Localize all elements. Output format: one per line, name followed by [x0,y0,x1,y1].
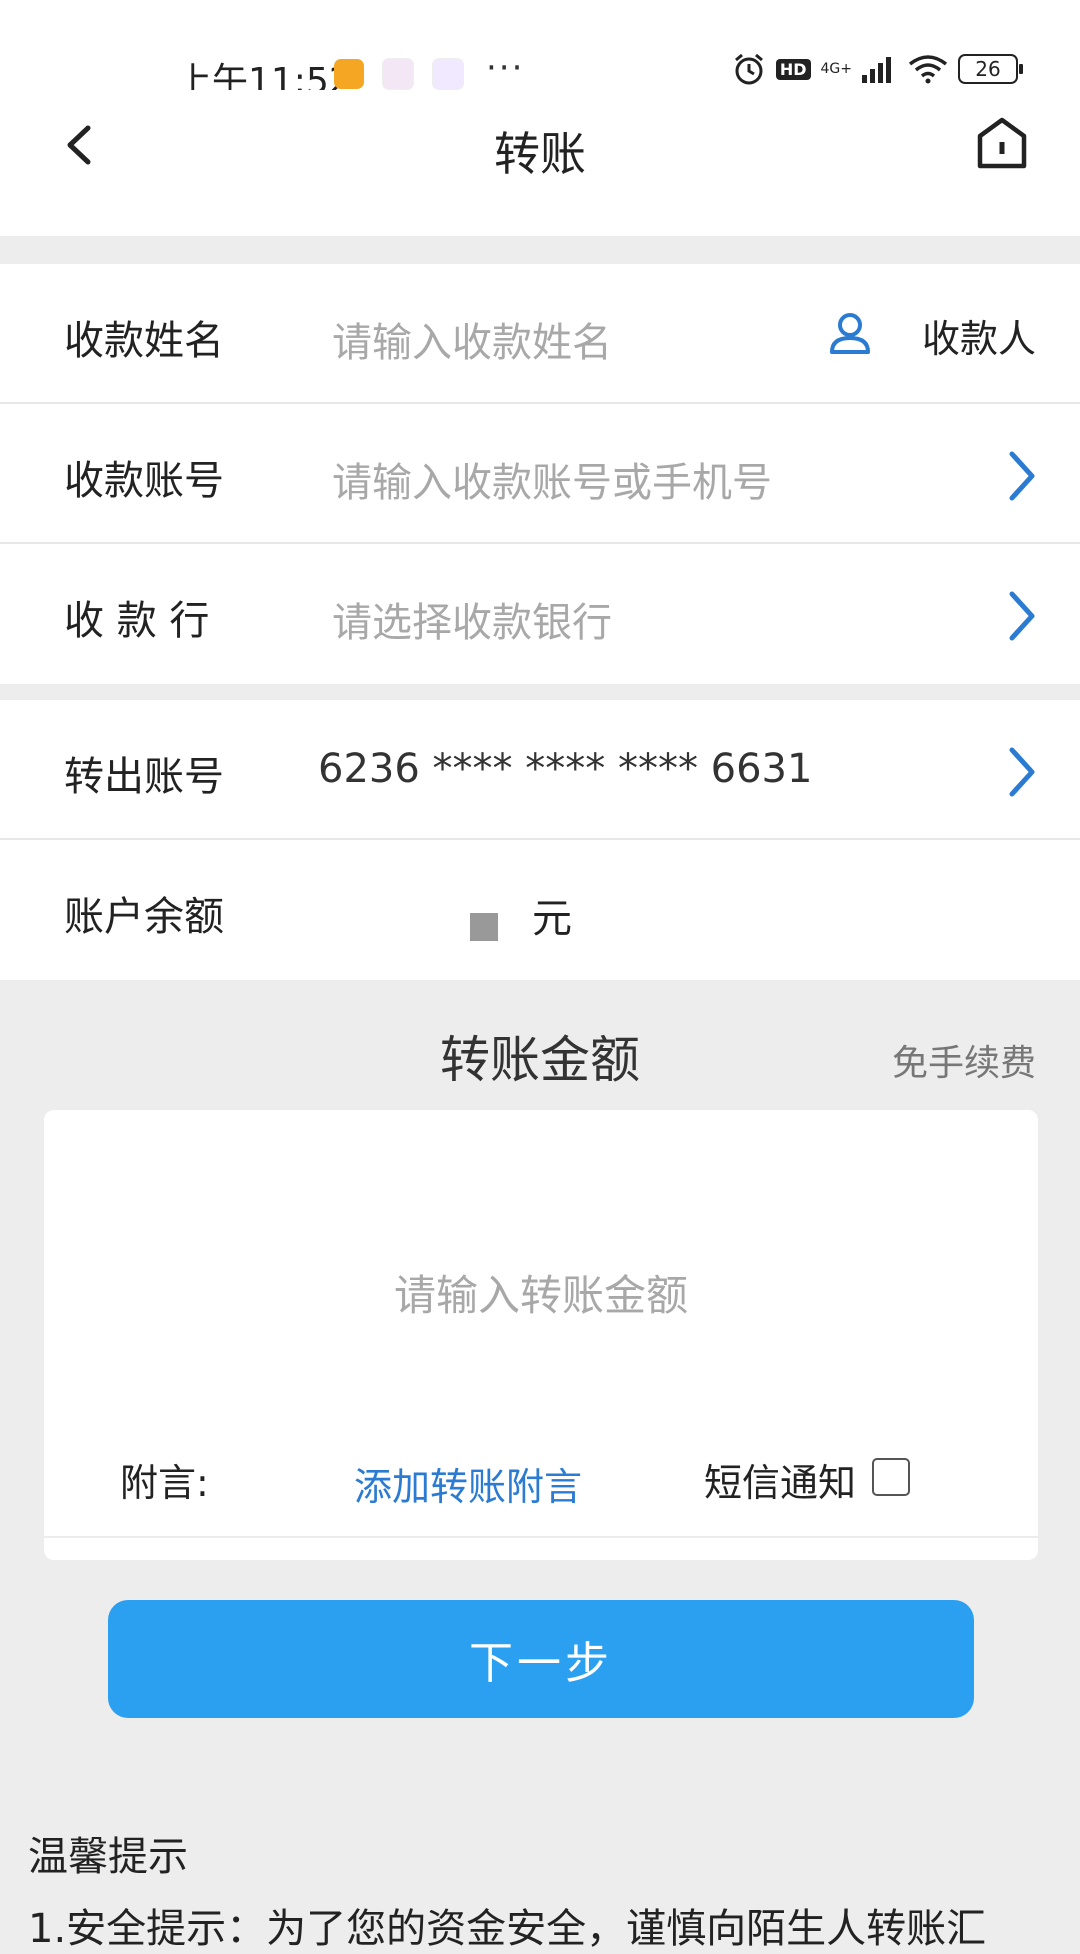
amount-input[interactable]: 请输入转账金额 [44,1262,1038,1323]
wifi-icon [908,55,948,84]
payee-account-input[interactable]: 请输入收款账号或手机号 [332,450,772,508]
home-icon[interactable] [974,114,1030,174]
amount-header: 转账金额 免手续费 [0,1020,1080,1100]
payee-bank-label: 收 款 行 [64,598,210,644]
status-right-icons: HD 4G+ 26 [732,52,1023,86]
battery-level: 26 [975,57,1001,81]
user-icon[interactable] [828,310,872,356]
tips-title: 温馨提示 [28,1834,188,1880]
chevron-right-icon[interactable] [1004,448,1040,504]
chevron-right-icon[interactable] [1004,588,1040,644]
divider [44,1536,1038,1538]
nav-bar: 转账 [0,90,1080,236]
payee-name-input[interactable]: 请输入收款姓名 [332,310,612,368]
notification-app-icon [432,58,464,90]
balance-label: 账户余额 [64,894,224,940]
alarm-icon [734,53,763,85]
page-title: 转账 [494,127,586,181]
status-more-icon: ··· [486,48,525,88]
source-section: 转出账号 6236 **** **** **** 6631 账户余额 元 [0,700,1080,980]
status-bar: 上午11:52 ··· HD 4G+ 26 [0,0,1080,102]
signal-label: 4G+ [820,61,853,77]
payee-bank-row[interactable]: 收 款 行 请选择收款银行 [0,544,1080,684]
amount-card: 请输入转账金额 附言: 添加转账附言 短信通知 [44,1110,1038,1560]
balance-hidden-value [470,913,498,941]
balance-row: 账户余额 元 [0,840,1080,980]
payee-account-row[interactable]: 收款账号 请输入收款账号或手机号 [0,404,1080,544]
balance-unit: 元 [532,896,572,942]
source-account-label: 转出账号 [64,754,224,800]
payee-bank-select[interactable]: 请选择收款银行 [332,590,612,648]
payee-account-label: 收款账号 [64,458,224,504]
tips-text: 1.安全提示：为了您的资金安全，谨慎向陌生人转账汇 [28,1906,987,1952]
memo-label: 附言: [120,1461,209,1505]
notification-app-icon [334,59,364,89]
next-button[interactable]: 下一步 [108,1600,974,1718]
add-memo-link[interactable]: 添加转账附言 [354,1456,582,1511]
payee-name-label: 收款姓名 [64,318,224,364]
fee-free-note: 免手续费 [891,1043,1036,1084]
hd-icon: HD [775,58,811,80]
battery-icon: 26 [958,54,1023,84]
source-account-value: 6236 **** **** **** 6631 [318,746,813,792]
status-app-icons [334,58,464,90]
payee-name-row: 收款姓名 请输入收款姓名 收款人 [0,264,1080,404]
source-account-row[interactable]: 转出账号 6236 **** **** **** 6631 [0,700,1080,840]
payee-section: 收款姓名 请输入收款姓名 收款人 收款账号 请输入收款账号或手机号 收 款 行 … [0,264,1080,684]
sms-notify-label: 短信通知 [704,1461,857,1505]
chevron-right-icon[interactable] [1004,744,1040,800]
signal-icon [862,57,891,83]
sms-notify-checkbox[interactable] [872,1458,910,1496]
notification-app-icon [382,58,414,90]
payee-list-button[interactable]: 收款人 [922,308,1036,363]
